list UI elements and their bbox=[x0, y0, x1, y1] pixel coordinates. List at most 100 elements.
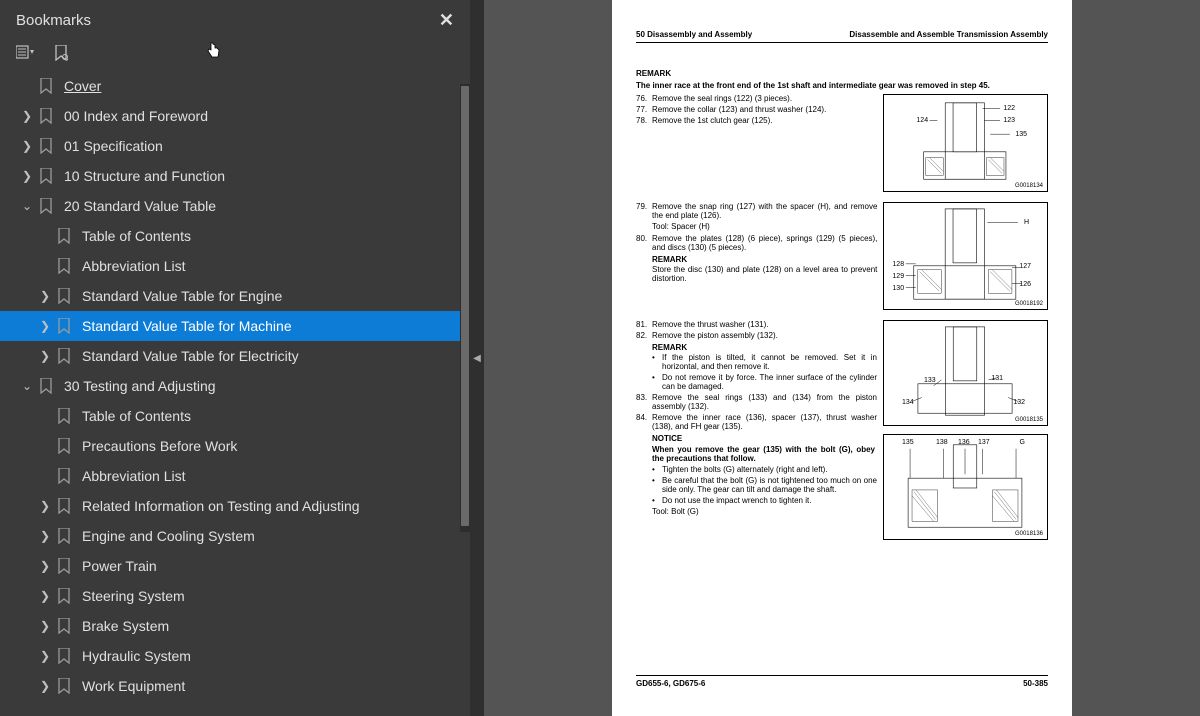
bookmark-label: 20 Standard Value Table bbox=[64, 198, 216, 214]
bookmark-icon bbox=[54, 678, 74, 694]
cursor-icon bbox=[206, 41, 222, 62]
expand-icon[interactable]: ❯ bbox=[36, 649, 54, 663]
bookmark-label: Abbreviation List bbox=[82, 468, 186, 484]
bookmark-item[interactable]: ❯ Standard Value Table for Engine bbox=[0, 281, 468, 311]
content-block-1: 76.Remove the seal rings (122) (3 pieces… bbox=[636, 94, 1048, 192]
expand-icon[interactable]: ❯ bbox=[36, 589, 54, 603]
content-block-3: 81.Remove the thrust washer (131). 82.Re… bbox=[636, 320, 1048, 540]
bookmark-item[interactable]: ❯ Power Train bbox=[0, 551, 468, 581]
sidebar-toolbar bbox=[0, 39, 470, 71]
sidebar-header: Bookmarks ✕ bbox=[0, 0, 470, 39]
header-left: 50 Disassembly and Assembly bbox=[636, 30, 752, 39]
bookmark-icon bbox=[54, 348, 74, 364]
bookmark-label: Work Equipment bbox=[82, 678, 185, 694]
bookmark-icon bbox=[54, 408, 74, 424]
expand-icon[interactable]: ⌄ bbox=[18, 199, 36, 213]
expand-icon[interactable]: ❯ bbox=[18, 139, 36, 153]
bookmark-icon bbox=[36, 108, 56, 124]
bookmark-item[interactable]: Table of Contents bbox=[0, 221, 468, 251]
bookmark-item[interactable]: Abbreviation List bbox=[0, 461, 468, 491]
bookmark-item[interactable]: ❯ Standard Value Table for Machine bbox=[0, 311, 468, 341]
bookmark-item[interactable]: ❯ 00 Index and Foreword bbox=[0, 101, 468, 131]
options-icon[interactable] bbox=[16, 45, 36, 61]
bookmark-item[interactable]: ❯ Steering System bbox=[0, 581, 468, 611]
bookmark-item[interactable]: ❯ Work Equipment bbox=[0, 671, 468, 701]
bookmark-label: Standard Value Table for Engine bbox=[82, 288, 282, 304]
expand-icon[interactable]: ❯ bbox=[36, 289, 54, 303]
bookmark-label: Engine and Cooling System bbox=[82, 528, 255, 544]
bookmark-label: 10 Structure and Function bbox=[64, 168, 225, 184]
bookmark-label: Hydraulic System bbox=[82, 648, 191, 664]
bookmark-label: Power Train bbox=[82, 558, 157, 574]
figure-1: 122 123 135 124 G0018134 bbox=[883, 94, 1048, 192]
bookmark-label: Standard Value Table for Machine bbox=[82, 318, 292, 334]
bookmark-label: Precautions Before Work bbox=[82, 438, 237, 454]
sidebar-title: Bookmarks bbox=[16, 12, 91, 29]
expand-icon[interactable]: ❯ bbox=[18, 169, 36, 183]
bookmark-icon bbox=[54, 558, 74, 574]
expand-icon[interactable]: ❯ bbox=[36, 349, 54, 363]
bookmark-item[interactable]: ⌄ 30 Testing and Adjusting bbox=[0, 371, 468, 401]
bookmark-label: 30 Testing and Adjusting bbox=[64, 378, 216, 394]
bookmark-item[interactable]: ❯ Engine and Cooling System bbox=[0, 521, 468, 551]
bookmark-icon bbox=[54, 528, 74, 544]
bookmark-label: Standard Value Table for Electricity bbox=[82, 348, 299, 364]
footer-right: 50-385 bbox=[1023, 679, 1048, 688]
bookmark-icon bbox=[54, 228, 74, 244]
bookmark-item[interactable]: ❯ 01 Specification bbox=[0, 131, 468, 161]
content-block-2: 79.Remove the snap ring (127) with the s… bbox=[636, 202, 1048, 310]
bookmark-icon bbox=[54, 618, 74, 634]
bookmark-icon bbox=[36, 378, 56, 394]
figure-3: 133 131 134 132 G0018135 bbox=[883, 320, 1048, 426]
figure-2: H 128 129 130 127 126 G0018192 bbox=[883, 202, 1048, 310]
bookmark-list[interactable]: Cover ❯ 00 Index and Foreword ❯ 01 Specifica… bbox=[0, 71, 470, 716]
bookmark-item[interactable]: Precautions Before Work bbox=[0, 431, 468, 461]
bookmark-item[interactable]: ❯ Hydraulic System bbox=[0, 641, 468, 671]
bookmark-item[interactable]: ❯ Standard Value Table for Electricity bbox=[0, 341, 468, 371]
bookmark-label: 00 Index and Foreword bbox=[64, 108, 208, 124]
expand-icon[interactable]: ❯ bbox=[36, 529, 54, 543]
bookmark-item[interactable]: ❯ 10 Structure and Function bbox=[0, 161, 468, 191]
bookmark-icon bbox=[36, 138, 56, 154]
collapse-sidebar-button[interactable]: ◀ bbox=[470, 0, 484, 716]
page-footer: GD655-6, GD675-6 50-385 bbox=[636, 675, 1048, 688]
find-bookmark-icon[interactable] bbox=[54, 45, 68, 61]
pdf-page: 50 Disassembly and Assembly Disassemble … bbox=[612, 0, 1072, 716]
bookmark-icon bbox=[36, 168, 56, 184]
close-icon[interactable]: ✕ bbox=[439, 10, 454, 31]
bookmark-item[interactable]: Table of Contents bbox=[0, 401, 468, 431]
bookmark-icon bbox=[54, 468, 74, 484]
bookmark-label: Cover bbox=[64, 78, 101, 94]
intro-text: The inner race at the front end of the 1… bbox=[636, 81, 1048, 90]
bookmark-icon bbox=[54, 588, 74, 604]
bookmark-label: Abbreviation List bbox=[82, 258, 186, 274]
scrollbar-thumb[interactable] bbox=[461, 86, 469, 526]
remark-heading: REMARK bbox=[636, 69, 1048, 78]
bookmark-label: Steering System bbox=[82, 588, 185, 604]
expand-icon[interactable]: ❯ bbox=[36, 499, 54, 513]
bookmarks-sidebar: Bookmarks ✕ Cover❯00 Index and Foreword❯… bbox=[0, 0, 470, 716]
bookmark-item[interactable]: ⌄ 20 Standard Value Table bbox=[0, 191, 468, 221]
bookmark-icon bbox=[36, 78, 56, 94]
bookmark-icon bbox=[54, 648, 74, 664]
bookmark-label: Table of Contents bbox=[82, 408, 191, 424]
bookmark-item[interactable]: Abbreviation List bbox=[0, 251, 468, 281]
bookmark-label: Brake System bbox=[82, 618, 169, 634]
page-header: 50 Disassembly and Assembly Disassemble … bbox=[636, 30, 1048, 43]
bookmark-item[interactable]: ❯Related Information on Testing and Adju… bbox=[0, 491, 468, 521]
bookmark-icon bbox=[54, 258, 74, 274]
expand-icon[interactable]: ❯ bbox=[36, 319, 54, 333]
document-viewport[interactable]: 50 Disassembly and Assembly Disassemble … bbox=[484, 0, 1200, 716]
bookmark-icon bbox=[54, 498, 74, 514]
bookmark-item[interactable]: ❯ Brake System bbox=[0, 611, 468, 641]
bookmark-label: 01 Specification bbox=[64, 138, 163, 154]
expand-icon[interactable]: ⌄ bbox=[18, 379, 36, 393]
expand-icon[interactable]: ❯ bbox=[36, 559, 54, 573]
bookmark-icon bbox=[36, 198, 56, 214]
figure-4: 135 138 136 137 G G0018136 bbox=[883, 434, 1048, 540]
bookmark-item[interactable]: Cover bbox=[0, 71, 468, 101]
expand-icon[interactable]: ❯ bbox=[36, 619, 54, 633]
expand-icon[interactable]: ❯ bbox=[18, 109, 36, 123]
bookmark-label: Table of Contents bbox=[82, 228, 191, 244]
expand-icon[interactable]: ❯ bbox=[36, 679, 54, 693]
